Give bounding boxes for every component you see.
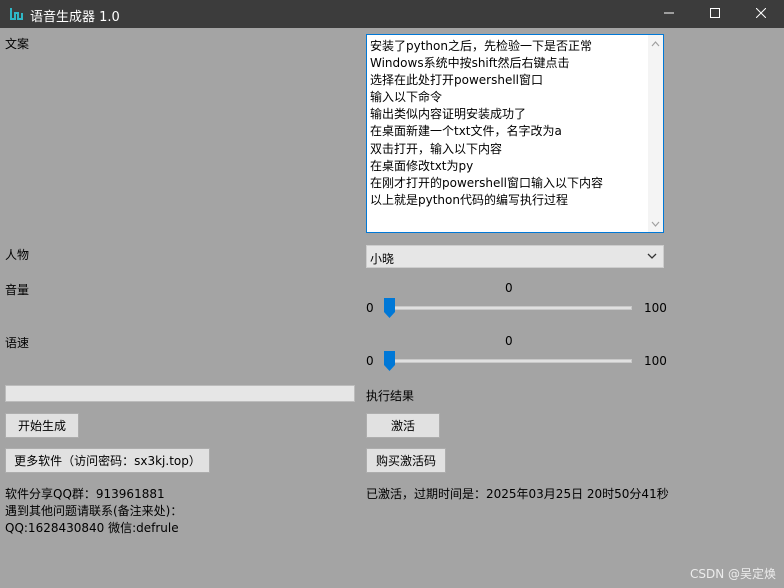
copy-text-line: 选择在此处打开powershell窗口 bbox=[370, 73, 543, 88]
speed-min-label: 0 bbox=[366, 354, 374, 368]
volume-slider-track[interactable] bbox=[384, 306, 632, 310]
start-generate-button[interactable]: 开始生成 bbox=[5, 413, 79, 438]
speed-current-value: 0 bbox=[505, 334, 513, 348]
contact-line-text: 遇到其他问题请联系(备注来处)： bbox=[5, 504, 183, 518]
scroll-down-icon[interactable] bbox=[648, 216, 663, 231]
speed-slider-track[interactable] bbox=[384, 359, 632, 363]
copy-text-line: Windows系统中按shift然后右键点击 bbox=[370, 56, 570, 71]
speed-slider-thumb[interactable] bbox=[384, 351, 395, 371]
title-bar: 语音生成器 1.0 bbox=[0, 0, 784, 28]
contact-ids-text: QQ:1628430840 微信:defrule bbox=[5, 521, 179, 535]
person-select[interactable]: 小晓 bbox=[366, 245, 664, 268]
minimize-button[interactable] bbox=[646, 0, 692, 28]
chevron-down-icon bbox=[645, 249, 659, 263]
more-software-button[interactable]: 更多软件（访问密码：sx3kj.top） bbox=[5, 448, 210, 473]
copy-text-line: 双击打开，输入以下内容 bbox=[370, 141, 503, 156]
qq-group-text: 软件分享QQ群：913961881 bbox=[5, 487, 165, 501]
activate-button[interactable]: 激活 bbox=[366, 413, 440, 438]
close-button[interactable] bbox=[738, 0, 784, 28]
volume-slider-thumb[interactable] bbox=[384, 298, 395, 318]
speed-max-label: 100 bbox=[644, 354, 667, 368]
volume-label: 音量 bbox=[5, 283, 30, 297]
person-label: 人物 bbox=[5, 248, 30, 262]
person-select-value: 小晓 bbox=[370, 252, 395, 266]
vertical-scrollbar[interactable] bbox=[648, 35, 663, 232]
copy-text-line: 输出类似内容证明安装成功了 bbox=[370, 107, 527, 122]
copy-text-line: 安装了python之后，先检验一下是否正常 bbox=[370, 39, 592, 53]
copy-text-line: 在桌面修改txt为py bbox=[370, 158, 474, 173]
buy-activation-code-button[interactable]: 购买激活码 bbox=[366, 448, 446, 473]
window-title: 语音生成器 1.0 bbox=[30, 10, 120, 25]
copy-textarea[interactable]: 安装了python之后，先检验一下是否正常 Windows系统中按shift然后右… bbox=[366, 34, 664, 233]
volume-min-label: 0 bbox=[366, 301, 374, 315]
volume-current-value: 0 bbox=[505, 281, 513, 295]
result-label: 执行结果 bbox=[366, 389, 415, 403]
minimize-icon bbox=[664, 7, 674, 21]
generation-progress-bar bbox=[5, 385, 355, 402]
app-logo-icon bbox=[9, 6, 25, 22]
watermark-text: CSDN @吴定焕 bbox=[689, 567, 776, 581]
copy-text-line: 在桌面新建一个txt文件，名字改为a bbox=[370, 124, 562, 139]
copy-text-lines: 安装了python之后，先检验一下是否正常 Windows系统中按shift然后右… bbox=[370, 38, 647, 209]
volume-max-label: 100 bbox=[644, 301, 667, 315]
maximize-icon bbox=[710, 7, 720, 21]
copy-text-line: 以上就是python代码的编写执行过程 bbox=[370, 192, 568, 207]
copy-text-line: 输入以下命令 bbox=[370, 90, 443, 105]
maximize-button[interactable] bbox=[692, 0, 738, 28]
copy-text-line: 在刚才打开的powershell窗口输入以下内容 bbox=[370, 175, 603, 190]
close-icon bbox=[755, 7, 767, 21]
activation-status-text: 已激活，过期时间是：2025年03月25日 20时50分41秒 bbox=[366, 487, 669, 501]
copy-label: 文案 bbox=[5, 37, 30, 51]
speed-label: 语速 bbox=[5, 336, 30, 350]
scroll-up-icon[interactable] bbox=[648, 36, 663, 51]
